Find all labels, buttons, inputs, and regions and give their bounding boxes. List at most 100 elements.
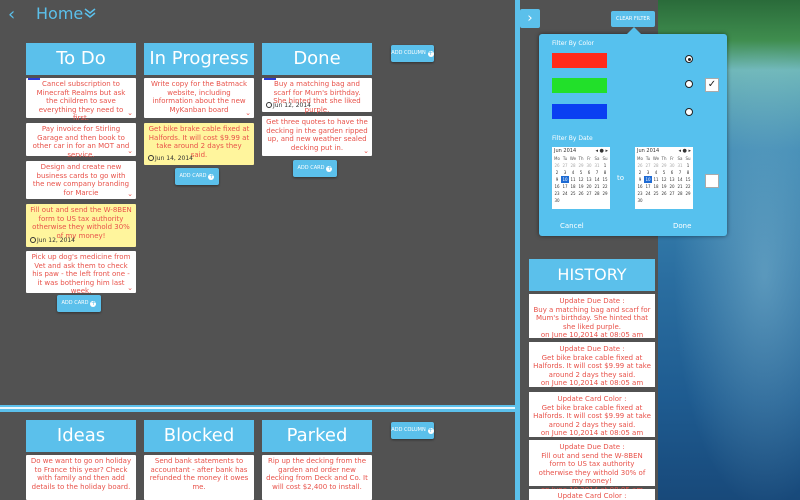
- card[interactable]: Pick up dog's medicine from Vet and ask …: [26, 251, 136, 295]
- calendar-day[interactable]: 28: [676, 190, 684, 197]
- calendar-day[interactable]: 21: [676, 183, 684, 190]
- calendar-day[interactable]: 27: [644, 162, 652, 169]
- calendar-day[interactable]: 27: [668, 190, 676, 197]
- add-card-button[interactable]: ADD CARD +: [57, 295, 101, 312]
- add-column-button[interactable]: ADD COLUMN +: [391, 45, 434, 62]
- calendar-day[interactable]: 21: [593, 183, 601, 190]
- card[interactable]: Get bike brake cable fixed at Halfords. …: [144, 123, 254, 165]
- chevron-down-icon[interactable]: ⌄: [127, 109, 133, 118]
- calendar-day[interactable]: 28: [652, 162, 660, 169]
- card[interactable]: Do we want to go on holiday to France th…: [26, 455, 136, 500]
- calendar-day[interactable]: 13: [585, 176, 593, 183]
- card[interactable]: Rip up the decking from the garden and o…: [262, 455, 372, 500]
- add-card-button[interactable]: ADD CARD +: [175, 168, 219, 185]
- calendar-day[interactable]: 3: [644, 169, 652, 176]
- chevron-down-icon[interactable]: ⌄: [127, 284, 133, 293]
- chevron-down-icon[interactable]: ⌄: [245, 109, 251, 118]
- calendar-day[interactable]: 14: [593, 176, 601, 183]
- calendar-day[interactable]: 28: [593, 190, 601, 197]
- calendar-day[interactable]: 18: [652, 183, 660, 190]
- calendar-day[interactable]: 17: [644, 183, 652, 190]
- card[interactable]: Get three quotes to have the decking in …: [262, 116, 372, 156]
- calendar-day[interactable]: 27: [585, 190, 593, 197]
- chevron-down-icon[interactable]: ⌄: [127, 147, 133, 156]
- color-swatch-blue[interactable]: [552, 104, 607, 119]
- calendar-day[interactable]: 19: [660, 183, 668, 190]
- card[interactable]: Buy a matching bag and scarf for Mum's b…: [262, 78, 372, 114]
- card[interactable]: Send bank statements to accountant - aft…: [144, 455, 254, 500]
- calendar-day[interactable]: 1: [684, 162, 692, 169]
- calendar-day[interactable]: 30: [636, 197, 644, 204]
- calendar-day[interactable]: 8: [684, 169, 692, 176]
- calendar-day[interactable]: 26: [660, 190, 668, 197]
- calendar-day[interactable]: 6: [668, 169, 676, 176]
- calendar-day[interactable]: 26: [636, 162, 644, 169]
- calendar-day[interactable]: 6: [585, 169, 593, 176]
- calendar-day[interactable]: 5: [577, 169, 585, 176]
- calendar-day[interactable]: 25: [652, 190, 660, 197]
- calendar-day[interactable]: 9: [636, 176, 644, 183]
- color-radio-red[interactable]: [685, 55, 693, 63]
- calendar-day[interactable]: 28: [569, 162, 577, 169]
- color-swatch-green[interactable]: [552, 78, 607, 93]
- card[interactable]: Fill out and send the W-8BEN form to US …: [26, 204, 136, 247]
- calendar-day[interactable]: 13: [668, 176, 676, 183]
- calendar-day[interactable]: 22: [684, 183, 692, 190]
- card[interactable]: Cancel subscription to Minecraft Realms …: [26, 78, 136, 122]
- chevron-down-icon[interactable]: ⌄: [363, 147, 369, 156]
- calendar-day[interactable]: 19: [577, 183, 585, 190]
- card[interactable]: Write copy for the Batmack website, incl…: [144, 78, 254, 118]
- calendar-day[interactable]: 15: [601, 176, 609, 183]
- calendar-day[interactable]: 26: [577, 190, 585, 197]
- calendar-day[interactable]: 16: [553, 183, 561, 190]
- calendar-day[interactable]: 4: [569, 169, 577, 176]
- calendar-day[interactable]: 27: [561, 162, 569, 169]
- end-date-calendar[interactable]: Jun 2014 ◂ ● ▸ Mo Tu We Th Fr Sa Su 26 27 28 29 30 31…: [635, 147, 693, 209]
- calendar-day[interactable]: 22: [601, 183, 609, 190]
- calendar-day[interactable]: 29: [660, 162, 668, 169]
- calendar-day[interactable]: 11: [652, 176, 660, 183]
- calendar-day[interactable]: 29: [577, 162, 585, 169]
- chevron-down-icon[interactable]: [84, 8, 96, 18]
- calendar-day[interactable]: 12: [660, 176, 668, 183]
- color-radio-green[interactable]: [685, 80, 693, 88]
- clear-filter-button[interactable]: CLEAR FILTER: [611, 11, 655, 27]
- calendar-day[interactable]: 15: [684, 176, 692, 183]
- calendar-day[interactable]: 10: [644, 176, 652, 183]
- calendar-day[interactable]: 26: [553, 162, 561, 169]
- calendar-nav-icon[interactable]: ◂ ● ▸: [678, 147, 691, 155]
- calendar-day[interactable]: 2: [553, 169, 561, 176]
- add-column-button[interactable]: ADD COLUMN +: [391, 422, 434, 439]
- start-date-calendar[interactable]: Jun 2014 ◂ ● ▸ Mo Tu We Th Fr Sa Su 26 27 28 29 30 31…: [552, 147, 610, 209]
- calendar-day[interactable]: 23: [553, 190, 561, 197]
- color-filter-checkbox[interactable]: ✓: [705, 78, 719, 92]
- calendar-day[interactable]: 23: [636, 190, 644, 197]
- calendar-day[interactable]: 2: [636, 169, 644, 176]
- calendar-day[interactable]: 30: [668, 162, 676, 169]
- calendar-day[interactable]: 20: [668, 183, 676, 190]
- calendar-day[interactable]: 24: [561, 190, 569, 197]
- calendar-day[interactable]: 16: [636, 183, 644, 190]
- calendar-day[interactable]: 10: [561, 176, 569, 183]
- calendar-day[interactable]: 24: [644, 190, 652, 197]
- calendar-day[interactable]: 20: [585, 183, 593, 190]
- add-card-button[interactable]: ADD CARD +: [293, 160, 337, 177]
- calendar-day[interactable]: 30: [553, 197, 561, 204]
- chevron-down-icon[interactable]: ⌄: [127, 190, 133, 199]
- calendar-grid[interactable]: Mo Tu We Th Fr Sa Su 26 27 28 29 30 31 1 2 3 4 5 6 7 8 9 10 11 1…: [552, 155, 610, 204]
- cancel-button[interactable]: Cancel: [560, 222, 584, 230]
- calendar-day[interactable]: 7: [593, 169, 601, 176]
- calendar-day[interactable]: 29: [601, 190, 609, 197]
- calendar-day[interactable]: 1: [601, 162, 609, 169]
- color-radio-blue[interactable]: [685, 108, 693, 116]
- calendar-day[interactable]: 12: [577, 176, 585, 183]
- expand-panel-button[interactable]: ›: [520, 9, 540, 28]
- calendar-day[interactable]: 17: [561, 183, 569, 190]
- calendar-day[interactable]: 8: [601, 169, 609, 176]
- calendar-grid[interactable]: Mo Tu We Th Fr Sa Su 26 27 28 29 30 31 1 2 3 4 5 6 7 8 9 10 11 1…: [635, 155, 693, 204]
- color-swatch-red[interactable]: [552, 53, 607, 68]
- calendar-nav-icon[interactable]: ◂ ● ▸: [595, 147, 608, 155]
- calendar-day[interactable]: 11: [569, 176, 577, 183]
- card[interactable]: Design and create new business cards to …: [26, 161, 136, 199]
- calendar-day[interactable]: 25: [569, 190, 577, 197]
